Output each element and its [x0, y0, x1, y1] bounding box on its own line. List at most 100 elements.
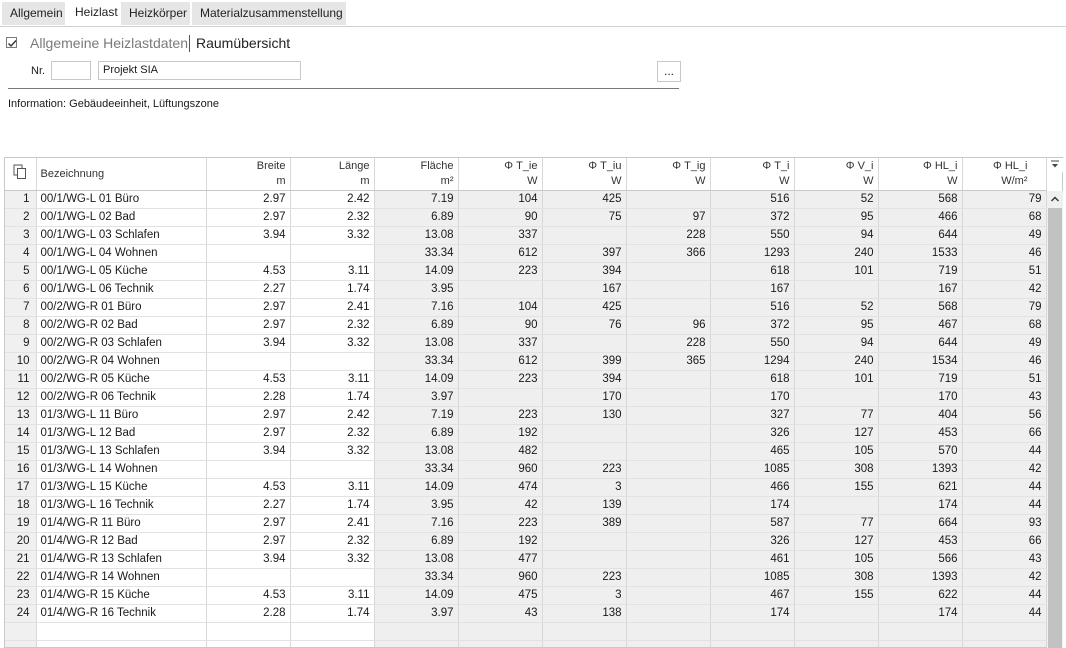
table-row[interactable]: 3 00/1/WG-L 03 Schlafen 3.94 3.32 13.08 337 22… [5, 226, 1047, 245]
table-cell[interactable]: 14.09 [374, 262, 459, 281]
cell-bezeichnung[interactable]: 00/2/WG-R 04 Wohnen [36, 352, 207, 371]
table-cell[interactable]: 228 [626, 226, 711, 245]
table-cell[interactable] [458, 280, 543, 299]
table-cell[interactable] [626, 406, 711, 425]
table-cell[interactable]: 337 [458, 334, 543, 353]
table-cell[interactable]: 105 [794, 550, 879, 569]
table-cell[interactable]: 3.97 [374, 604, 459, 623]
tab-allgemein[interactable]: Allgemein [2, 2, 66, 25]
table-cell[interactable]: 365 [626, 352, 711, 371]
table-cell[interactable]: 228 [626, 334, 711, 353]
table-cell[interactable]: 14.09 [374, 586, 459, 605]
table-cell[interactable]: 618 [710, 262, 795, 281]
table-cell[interactable]: 174 [710, 496, 795, 515]
cell-bezeichnung[interactable]: 01/4/WG-R 11 Büro [36, 514, 207, 533]
table-cell[interactable]: 174 [878, 496, 963, 515]
table-cell[interactable]: 397 [542, 244, 627, 263]
table-cell[interactable]: 389 [542, 514, 627, 533]
table-cell[interactable]: 42 [962, 280, 1047, 299]
table-cell[interactable]: 6.89 [374, 424, 459, 443]
table-cell[interactable]: 127 [794, 424, 879, 443]
table-cell[interactable]: 155 [794, 478, 879, 497]
table-cell[interactable] [794, 496, 879, 515]
table-cell[interactable] [542, 424, 627, 443]
cell-bezeichnung[interactable]: 01/4/WG-R 14 Wohnen [36, 568, 207, 587]
table-cell[interactable]: 94 [794, 334, 879, 353]
table-cell[interactable] [626, 370, 711, 389]
table-cell[interactable]: 49 [962, 226, 1047, 245]
table-cell[interactable]: 2.97 [206, 406, 291, 425]
cell-bezeichnung[interactable]: 01/4/WG-R 16 Technik [36, 604, 207, 623]
table-cell[interactable]: 79 [962, 190, 1047, 209]
header-phi-t-iu[interactable]: Φ T_iu W [542, 158, 627, 191]
table-cell[interactable] [794, 280, 879, 299]
table-cell[interactable]: 167 [542, 280, 627, 299]
header-flaeche[interactable]: Fläche m² [374, 158, 459, 191]
table-cell[interactable]: 167 [878, 280, 963, 299]
table-cell[interactable]: 425 [542, 298, 627, 317]
cell-bezeichnung[interactable]: 00/1/WG-L 06 Technik [36, 280, 207, 299]
table-cell[interactable]: 44 [962, 442, 1047, 461]
table-row[interactable]: 17 01/3/WG-L 15 Küche 4.53 3.11 14.09 474 3 466… [5, 478, 1047, 497]
table-cell[interactable]: 308 [794, 460, 879, 479]
table-cell[interactable] [206, 568, 291, 587]
header-phi-t-ie[interactable]: Φ T_ie W [458, 158, 543, 191]
table-cell[interactable]: 550 [710, 226, 795, 245]
table-row[interactable]: 7 00/2/WG-R 01 Büro 2.97 2.41 7.16 104 425 516 5… [5, 298, 1047, 317]
table-cell[interactable]: 612 [458, 352, 543, 371]
table-cell[interactable]: 394 [542, 262, 627, 281]
table-cell[interactable]: 2.97 [206, 298, 291, 317]
table-cell[interactable]: 33.34 [374, 352, 459, 371]
table-cell[interactable] [290, 460, 375, 479]
table-cell[interactable] [626, 532, 711, 551]
table-cell[interactable]: 4.53 [206, 370, 291, 389]
table-cell[interactable]: 7.19 [374, 406, 459, 425]
table-row[interactable]: 1 00/1/WG-L 01 Büro 2.97 2.42 7.19 104 425 516 5… [5, 190, 1047, 209]
column-chooser-button[interactable] [1047, 158, 1063, 172]
copy-icon[interactable] [13, 164, 27, 180]
section-checkbox[interactable] [6, 37, 17, 48]
table-cell[interactable]: 240 [794, 352, 879, 371]
table-cell[interactable]: 2.42 [290, 190, 375, 209]
table-cell[interactable]: 240 [794, 244, 879, 263]
table-cell[interactable]: 56 [962, 406, 1047, 425]
table-cell[interactable]: 46 [962, 352, 1047, 371]
table-cell[interactable]: 43 [962, 388, 1047, 407]
table-cell[interactable]: 2.97 [206, 208, 291, 227]
table-cell[interactable]: 95 [794, 316, 879, 335]
table-row[interactable]: 18 01/3/WG-L 16 Technik 2.27 1.74 3.95 42 139 1… [5, 496, 1047, 515]
table-cell[interactable] [626, 298, 711, 317]
table-row[interactable]: 6 00/1/WG-L 06 Technik 2.27 1.74 3.95 167 167 1… [5, 280, 1047, 299]
table-cell[interactable]: 467 [878, 316, 963, 335]
table-cell[interactable]: 466 [878, 208, 963, 227]
table-cell[interactable]: 2.97 [206, 190, 291, 209]
header-phi-t-ig[interactable]: Φ T_ig W [626, 158, 711, 191]
table-cell[interactable] [542, 226, 627, 245]
table-cell[interactable]: 453 [878, 424, 963, 443]
table-cell[interactable]: 138 [542, 604, 627, 623]
header-bezeichnung[interactable]: Bezeichnung [36, 158, 207, 191]
table-cell[interactable] [794, 604, 879, 623]
table-cell[interactable]: 466 [710, 478, 795, 497]
table-cell[interactable]: 13.08 [374, 442, 459, 461]
table-cell[interactable]: 95 [794, 208, 879, 227]
table-cell[interactable]: 97 [626, 208, 711, 227]
tab-heizlast[interactable]: Heizlast [67, 1, 120, 26]
table-row[interactable]: 4 00/1/WG-L 04 Wohnen 33.34 612 397 366 1293 24… [5, 244, 1047, 263]
table-cell[interactable] [626, 388, 711, 407]
table-cell[interactable]: 2.97 [206, 514, 291, 533]
table-cell[interactable]: 90 [458, 316, 543, 335]
vertical-scrollbar[interactable] [1047, 191, 1063, 648]
header-breite[interactable]: Breite m [206, 158, 291, 191]
cell-bezeichnung[interactable]: 00/2/WG-R 02 Bad [36, 316, 207, 335]
table-cell[interactable]: 6.89 [374, 208, 459, 227]
table-row[interactable]: 11 00/2/WG-R 05 Küche 4.53 3.11 14.09 223 394 6… [5, 370, 1047, 389]
cell-bezeichnung[interactable]: 01/3/WG-L 14 Wohnen [36, 460, 207, 479]
table-cell[interactable]: 96 [626, 316, 711, 335]
cell-bezeichnung[interactable]: 01/3/WG-L 12 Bad [36, 424, 207, 443]
table-cell[interactable]: 75 [542, 208, 627, 227]
table-cell[interactable]: 644 [878, 334, 963, 353]
table-cell[interactable]: 960 [458, 568, 543, 587]
table-cell[interactable]: 7.16 [374, 514, 459, 533]
table-cell[interactable]: 612 [458, 244, 543, 263]
